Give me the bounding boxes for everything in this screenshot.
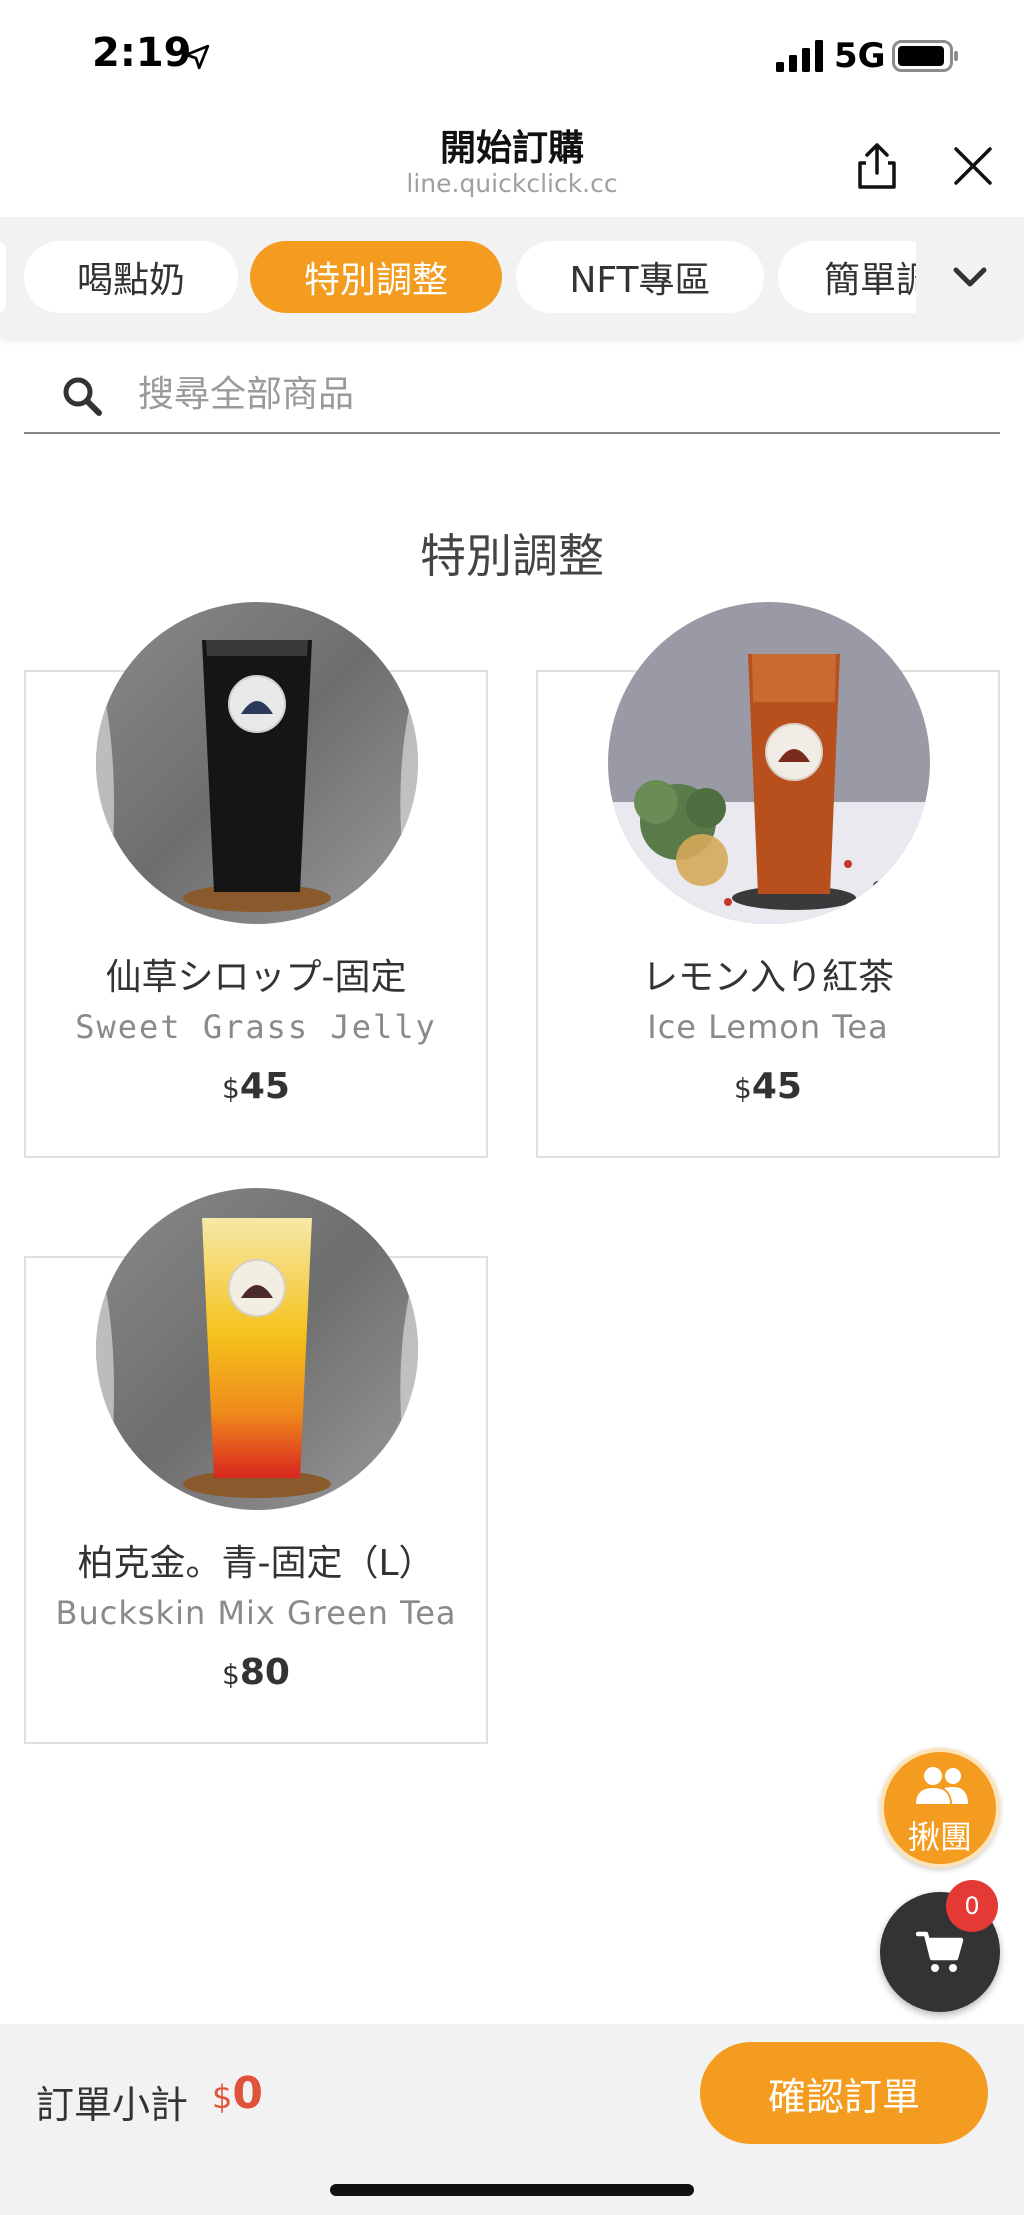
search-bar	[24, 356, 1000, 434]
section-title: 特別調整	[420, 529, 604, 583]
product-name: 仙草シロップ-固定	[105, 957, 407, 998]
price-currency: $	[222, 1072, 240, 1105]
category-tab-milk[interactable]: 喝點奶	[24, 241, 238, 313]
product-image	[96, 1188, 418, 1510]
search-input[interactable]	[138, 364, 978, 424]
search-icon	[63, 377, 102, 416]
product-image	[96, 602, 418, 924]
status-time: 2:19	[92, 30, 192, 76]
product-card[interactable]: レモン入り紅茶 Ice Lemon Tea $45	[536, 602, 1000, 1158]
product-name: レモン入り紅茶	[641, 957, 894, 998]
product-card[interactable]: 仙草シロップ-固定 Sweet Grass Jelly $45	[24, 602, 488, 1158]
product-price: $80	[26, 1652, 486, 1693]
price-value: 45	[239, 1066, 290, 1107]
price-value: 80	[239, 1652, 290, 1693]
signal-icon	[776, 40, 823, 72]
product-name: 柏克金。青-固定（L）	[77, 1543, 435, 1584]
status-bar: 2:19 5G	[0, 0, 1024, 115]
subtotal-label: 訂單小計	[36, 2083, 189, 2127]
category-tab-partial[interactable]	[0, 241, 6, 313]
group-order-button[interactable]: 揪團	[880, 1748, 1000, 1868]
price-value: 45	[751, 1066, 802, 1107]
network-type: 5G	[834, 36, 886, 76]
share-icon[interactable]	[850, 139, 904, 193]
product-card[interactable]: 柏克金。青-固定（L） Buckskin Mix Green Tea $80	[24, 1188, 488, 1744]
chevron-down-icon	[953, 267, 987, 287]
product-price: $45	[538, 1066, 998, 1107]
battery-icon	[892, 40, 958, 72]
category-expand-button[interactable]	[916, 217, 1024, 337]
location-arrow-icon	[184, 44, 210, 70]
cart-icon	[916, 1931, 964, 1972]
cart-count-badge: 0	[946, 1880, 998, 1932]
product-en-name: Ice Lemon Tea	[647, 1008, 889, 1046]
product-price: $45	[26, 1066, 486, 1107]
product-en-name: Buckskin Mix Green Tea	[55, 1594, 457, 1632]
subtotal-value: $0	[212, 2068, 263, 2119]
price-currency: $	[222, 1658, 240, 1691]
users-icon	[916, 1767, 968, 1804]
subtotal-currency: $	[212, 2078, 233, 2116]
product-en-name: Sweet Grass Jelly	[75, 1008, 437, 1046]
price-currency: $	[734, 1072, 752, 1105]
product-image	[608, 602, 930, 924]
close-icon[interactable]	[946, 139, 1000, 193]
app-header: 開始訂購 line.quickclick.cc	[0, 115, 1024, 217]
subtotal-amount: 0	[232, 2068, 263, 2119]
home-indicator	[330, 2184, 694, 2196]
confirm-order-button[interactable]: 確認訂單	[700, 2042, 988, 2144]
category-bar: 喝點奶 特別調整 NFT專區 簡單調	[0, 217, 1024, 337]
category-tab-nft[interactable]: NFT專區	[516, 241, 764, 313]
group-order-label: 揪團	[907, 1818, 972, 1856]
category-tab-special[interactable]: 特別調整	[250, 241, 502, 313]
